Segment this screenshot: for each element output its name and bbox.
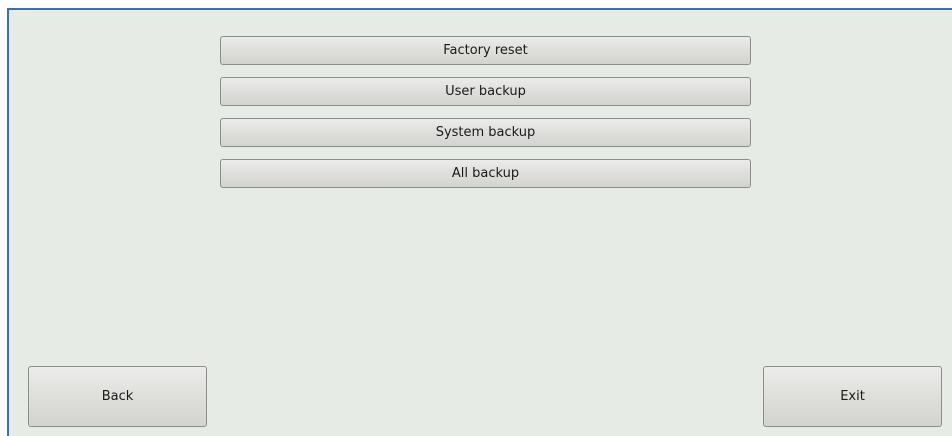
back-button[interactable]: Back — [28, 366, 207, 427]
all-backup-button[interactable]: All backup — [220, 159, 751, 188]
user-backup-button[interactable]: User backup — [220, 77, 751, 106]
exit-button[interactable]: Exit — [763, 366, 942, 427]
backup-window: Factory reset User backup System backup … — [7, 8, 952, 436]
system-backup-button[interactable]: System backup — [220, 118, 751, 147]
factory-reset-button[interactable]: Factory reset — [220, 36, 751, 65]
